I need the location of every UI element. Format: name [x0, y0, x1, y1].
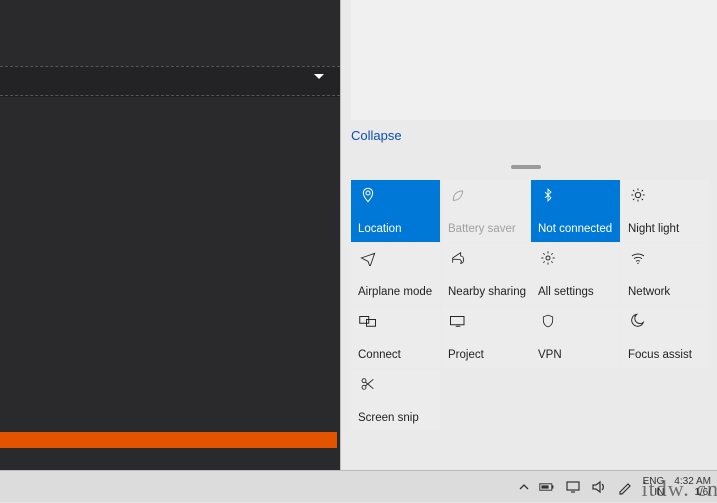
chevron-down-icon[interactable] — [314, 74, 324, 79]
editor-divider — [0, 96, 340, 97]
moon-icon — [628, 311, 648, 331]
wifi-icon — [628, 248, 648, 268]
tray-clock[interactable]: 4:32 AM 1/6/ — [674, 476, 711, 498]
tile-label: VPN — [538, 349, 616, 362]
bluetooth-icon — [538, 185, 558, 205]
tile-label: Not connected — [538, 223, 616, 236]
pen-tray-icon[interactable] — [617, 479, 633, 495]
location-icon — [358, 185, 378, 205]
connect-icon — [358, 311, 378, 331]
tile-label: Nearby sharing — [448, 286, 526, 299]
gear-icon — [538, 248, 558, 268]
language-indicator[interactable]: ENG IN — [643, 476, 665, 498]
airplane-icon — [358, 248, 378, 268]
editor-toolbar-strip — [0, 66, 340, 96]
tile-all-settings[interactable]: All settings — [531, 243, 620, 305]
lang-line2: IN — [643, 487, 665, 498]
tile-connect[interactable]: Connect — [351, 306, 440, 368]
project-icon — [448, 311, 468, 331]
tile-screen-snip[interactable]: Screen snip — [351, 369, 440, 431]
tile-label: Battery saver — [448, 223, 526, 236]
collapse-link[interactable]: Collapse — [351, 128, 402, 143]
tile-vpn[interactable]: VPN — [531, 306, 620, 368]
tile-nearby-sharing[interactable]: Nearby sharing — [441, 243, 530, 305]
drag-grip[interactable] — [511, 165, 541, 169]
quick-action-tiles: Location Battery saver Not connected Nig… — [351, 180, 711, 431]
lang-line1: ENG — [643, 476, 665, 487]
tile-label: Project — [448, 349, 526, 362]
tile-label: Network — [628, 286, 706, 299]
tile-label: Screen snip — [358, 412, 436, 425]
tile-location[interactable]: Location — [351, 180, 440, 242]
battery-icon[interactable] — [539, 479, 555, 495]
tile-battery-saver[interactable]: Battery saver — [441, 180, 530, 242]
editor-dark-pane — [0, 0, 357, 470]
shield-icon — [538, 311, 558, 331]
clock-date: 1/6/ — [674, 487, 711, 498]
tile-label: All settings — [538, 286, 616, 299]
system-tray: ENG IN 4:32 AM 1/6/ — [519, 471, 711, 503]
tile-project[interactable]: Project — [441, 306, 530, 368]
tile-airplane-mode[interactable]: Airplane mode — [351, 243, 440, 305]
tile-label: Connect — [358, 349, 436, 362]
action-center-notifications-area — [351, 0, 717, 120]
tile-network[interactable]: Network — [621, 243, 710, 305]
tile-bluetooth[interactable]: Not connected — [531, 180, 620, 242]
tile-night-light[interactable]: Night light — [621, 180, 710, 242]
action-center-panel: Collapse Location Battery saver Not conn… — [340, 0, 717, 470]
tile-label: Night light — [628, 223, 706, 236]
leaf-icon — [448, 185, 468, 205]
status-orange-bar — [0, 432, 337, 448]
sun-icon — [628, 185, 648, 205]
tile-label: Focus assist — [628, 349, 706, 362]
tile-label: Airplane mode — [358, 286, 436, 299]
tile-label: Location — [358, 223, 436, 236]
network-tray-icon[interactable] — [565, 479, 581, 495]
volume-icon[interactable] — [591, 479, 607, 495]
tile-focus-assist[interactable]: Focus assist — [621, 306, 710, 368]
taskbar: ENG IN 4:32 AM 1/6/ — [0, 470, 717, 502]
scissors-icon — [358, 374, 378, 394]
tray-overflow-icon[interactable] — [519, 482, 529, 492]
clock-time: 4:32 AM — [674, 476, 711, 487]
share-icon — [448, 248, 468, 268]
